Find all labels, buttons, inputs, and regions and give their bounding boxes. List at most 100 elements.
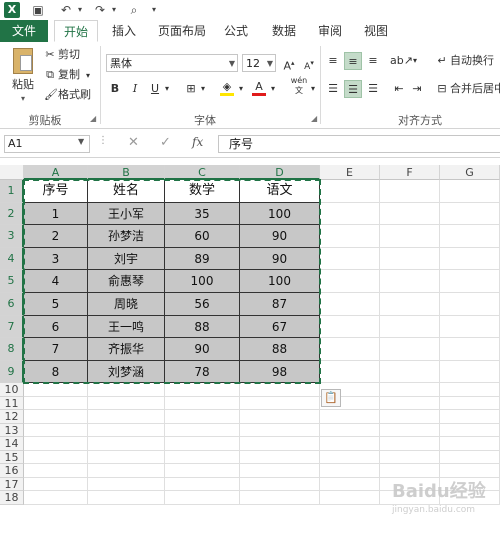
underline-dropdown-icon[interactable]: ▾ [162, 80, 172, 98]
table-cell[interactable]: 90 [240, 247, 320, 271]
table-header-cell[interactable]: 语文 [240, 180, 320, 203]
cell[interactable] [320, 491, 380, 505]
table-cell[interactable]: 3 [24, 247, 88, 271]
cell[interactable] [320, 315, 380, 339]
orientation-dropdown-icon[interactable]: ▾ [410, 52, 420, 70]
table-cell[interactable]: 2 [24, 225, 88, 248]
table-cell[interactable]: 王小军 [88, 202, 165, 226]
table-header-cell[interactable]: 序号 [24, 180, 88, 203]
cell[interactable] [380, 383, 440, 397]
cell[interactable] [440, 464, 500, 478]
cell[interactable] [165, 450, 240, 465]
cell[interactable] [88, 477, 165, 492]
cell[interactable] [440, 450, 500, 465]
cell[interactable] [320, 247, 380, 271]
cell[interactable] [24, 423, 88, 438]
table-cell[interactable]: 4 [24, 270, 88, 293]
cell[interactable] [240, 437, 320, 451]
cell[interactable] [440, 437, 500, 451]
table-cell[interactable]: 67 [240, 315, 320, 339]
row-header-16[interactable]: 16 [0, 464, 24, 478]
table-cell[interactable]: 1 [24, 202, 88, 226]
row-header-3[interactable]: 3 [0, 225, 24, 248]
row-header-1[interactable]: 1 [0, 180, 24, 203]
table-cell[interactable]: 87 [240, 293, 320, 316]
table-cell[interactable]: 88 [165, 315, 240, 339]
decrease-indent-icon[interactable]: ⇤ [390, 80, 408, 98]
row-header-11[interactable]: 11 [0, 396, 24, 411]
tab-page-layout[interactable]: 页面布局 [152, 20, 212, 42]
cell[interactable] [320, 464, 380, 478]
table-cell[interactable]: 周晓 [88, 293, 165, 316]
cell[interactable] [240, 491, 320, 505]
column-header-d[interactable]: D [240, 165, 320, 180]
cell[interactable] [440, 202, 500, 226]
select-all-corner[interactable] [0, 165, 24, 180]
cell[interactable] [440, 383, 500, 397]
tab-data[interactable]: 数据 [266, 20, 302, 42]
column-header-c[interactable]: C [165, 165, 240, 180]
cell[interactable] [88, 383, 165, 397]
dialog-launcher-icon[interactable]: ◢ [311, 114, 317, 123]
row-header-2[interactable]: 2 [0, 202, 24, 226]
cell[interactable] [88, 396, 165, 411]
insert-function-icon[interactable]: fx [192, 135, 203, 149]
cell[interactable] [440, 338, 500, 361]
cell[interactable] [380, 437, 440, 451]
row-header-6[interactable]: 6 [0, 293, 24, 316]
cell[interactable] [440, 180, 500, 203]
copy-button[interactable]: ⧉ 复制 ▾ [44, 68, 90, 83]
cell[interactable] [440, 270, 500, 293]
cell[interactable] [320, 293, 380, 316]
cell[interactable] [240, 477, 320, 492]
row-header-9[interactable]: 9 [0, 360, 24, 384]
cell[interactable] [380, 315, 440, 339]
cell[interactable] [165, 437, 240, 451]
merge-center-button[interactable]: ⊟ 合并后居中 [436, 82, 500, 96]
cell[interactable] [24, 477, 88, 492]
cell[interactable] [24, 464, 88, 478]
cell[interactable] [24, 491, 88, 505]
table-cell[interactable]: 8 [24, 360, 88, 384]
table-cell[interactable]: 90 [165, 338, 240, 361]
cell[interactable] [240, 450, 320, 465]
cell[interactable] [165, 383, 240, 397]
row-header-12[interactable]: 12 [0, 410, 24, 424]
table-cell[interactable]: 100 [240, 270, 320, 293]
row-header-13[interactable]: 13 [0, 423, 24, 438]
cell[interactable] [380, 270, 440, 293]
column-header-e[interactable]: E [320, 165, 380, 180]
redo-dropdown-icon[interactable]: ▾ [106, 2, 122, 18]
row-header-4[interactable]: 4 [0, 247, 24, 271]
cell[interactable] [24, 410, 88, 424]
tab-view[interactable]: 视图 [358, 20, 394, 42]
top-align-icon[interactable]: ≡ [324, 52, 342, 70]
formula-input[interactable]: 序号 [218, 135, 500, 153]
cell[interactable] [320, 450, 380, 465]
cell[interactable] [380, 247, 440, 271]
table-cell[interactable]: 56 [165, 293, 240, 316]
cell[interactable] [165, 464, 240, 478]
phonetic-guide-icon[interactable]: wén 文 [288, 76, 310, 95]
font-name-select[interactable]: 黑体 ▼ [106, 54, 238, 72]
middle-align-icon[interactable]: ≡ [344, 52, 362, 70]
table-cell[interactable]: 5 [24, 293, 88, 316]
cell[interactable] [165, 477, 240, 492]
cell[interactable] [320, 423, 380, 438]
table-cell[interactable]: 100 [240, 202, 320, 226]
align-left-icon[interactable]: ☰ [324, 80, 342, 98]
table-cell[interactable]: 7 [24, 338, 88, 361]
cell[interactable] [380, 293, 440, 316]
cell[interactable] [380, 225, 440, 248]
tab-formulas[interactable]: 公式 [218, 20, 254, 42]
table-cell[interactable]: 90 [240, 225, 320, 248]
customize-toolbar-icon[interactable]: ▾ [146, 2, 162, 18]
increase-indent-icon[interactable]: ⇥ [408, 80, 426, 98]
font-color-icon[interactable]: A [250, 78, 268, 96]
cell[interactable] [320, 338, 380, 361]
cell[interactable] [380, 202, 440, 226]
save-icon[interactable]: ▣ [30, 2, 46, 18]
cell[interactable] [380, 180, 440, 203]
cell[interactable] [380, 464, 440, 478]
undo-dropdown-icon[interactable]: ▾ [72, 2, 88, 18]
